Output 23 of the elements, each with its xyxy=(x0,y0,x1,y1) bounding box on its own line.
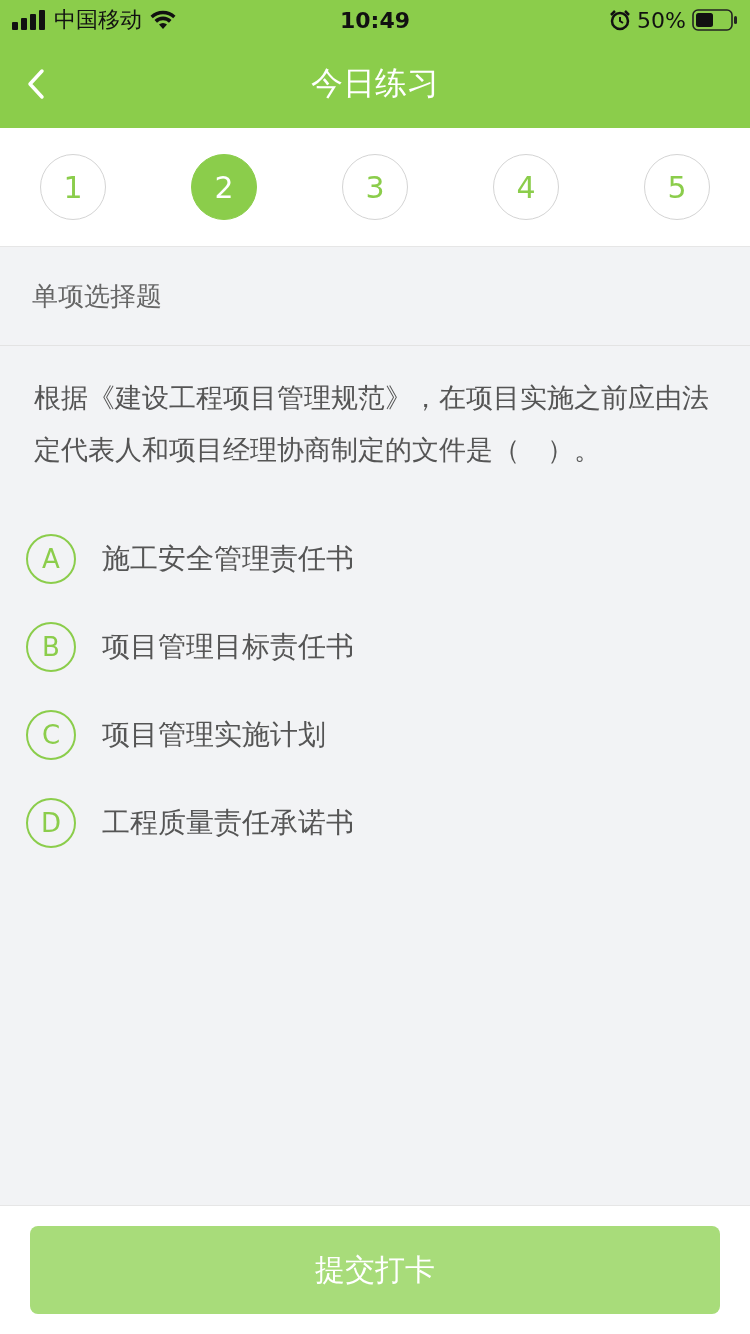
carrier-name: 中国移动 xyxy=(54,6,142,34)
wifi-icon xyxy=(150,10,176,30)
status-time: 10:49 xyxy=(339,7,411,33)
question-number-tab[interactable]: 3 xyxy=(342,154,408,220)
battery-percent: 50% xyxy=(637,7,686,33)
battery-icon xyxy=(692,9,738,31)
question-number-tab[interactable]: 1 xyxy=(40,154,106,220)
question-number-tab[interactable]: 4 xyxy=(493,154,559,220)
option-radio[interactable]: D xyxy=(26,798,76,848)
question-number-tab[interactable]: 2 xyxy=(191,154,257,220)
nav-title: 今日练习 xyxy=(311,63,439,104)
option-radio[interactable]: B xyxy=(26,622,76,672)
option-text[interactable]: 项目管理实施计划 xyxy=(102,716,326,754)
question-text: 根据《建设工程项目管理规范》，在项目实施之前应由法定代表人和项目经理协商制定的文件是（ ）。 xyxy=(34,381,710,467)
alarm-icon xyxy=(609,9,632,31)
signal-icon xyxy=(12,10,46,30)
question-number-tab[interactable]: 5 xyxy=(644,154,710,220)
option-text[interactable]: 项目管理目标责任书 xyxy=(102,628,354,666)
option-text[interactable]: 施工安全管理责任书 xyxy=(102,540,354,578)
option-text[interactable]: 工程质量责任承诺书 xyxy=(102,804,354,842)
option-radio[interactable]: C xyxy=(26,710,76,760)
option-radio[interactable]: A xyxy=(26,534,76,584)
question-type: 单项选择题 xyxy=(32,279,162,313)
